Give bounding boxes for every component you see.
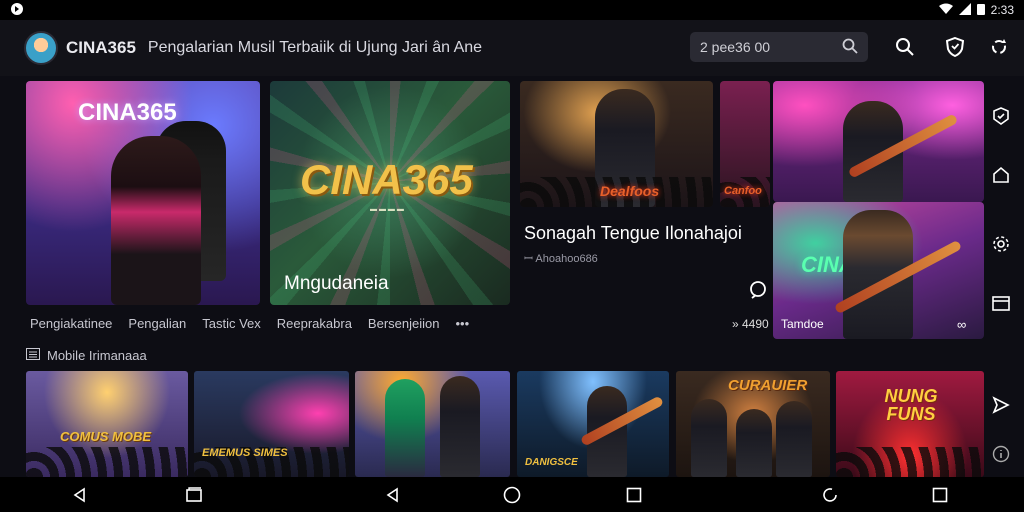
status-bar: 2:33 bbox=[0, 0, 1024, 20]
battery-icon bbox=[976, 3, 985, 18]
game-thumbnail[interactable]: NUNG FUNS bbox=[836, 371, 984, 477]
search-icon[interactable] bbox=[894, 36, 916, 58]
avatar[interactable] bbox=[24, 31, 58, 65]
list-icon bbox=[26, 348, 40, 363]
cina365-logo: CINA365 bbox=[300, 156, 473, 203]
recents-icon[interactable] bbox=[184, 485, 204, 505]
refresh-icon[interactable] bbox=[820, 485, 840, 505]
info-icon[interactable] bbox=[990, 443, 1012, 465]
badge-icon[interactable] bbox=[990, 105, 1012, 127]
performer-figure bbox=[776, 401, 812, 477]
infinity-icon[interactable]: ∞ bbox=[957, 317, 966, 332]
search-input[interactable]: 2 pee36 00 bbox=[690, 32, 868, 62]
comment-icon[interactable] bbox=[748, 280, 768, 305]
hero-card-rockstar[interactable]: CINAST Tamdoe ∞ bbox=[773, 202, 984, 339]
logo-subtext: ▬ ▬ ▬ ▬ bbox=[370, 206, 404, 213]
neon-sign: Dealfoos bbox=[600, 183, 660, 199]
folder-icon[interactable] bbox=[990, 292, 1012, 314]
neon-sign: Canfoo bbox=[724, 185, 762, 197]
hero-card-cina365[interactable]: CINA365 bbox=[26, 81, 260, 305]
shield-icon[interactable] bbox=[944, 36, 966, 58]
crowd bbox=[836, 447, 984, 477]
game-thumbnail[interactable] bbox=[355, 371, 510, 477]
performer-figure bbox=[440, 376, 480, 477]
hero-card-caption: Mngudaneia bbox=[284, 273, 389, 294]
overview-icon[interactable] bbox=[930, 485, 950, 505]
tab-pengalian[interactable]: Pengalian bbox=[128, 316, 186, 331]
section-title: Mobile Irimanaaa bbox=[47, 348, 147, 363]
game-thumbnail[interactable]: CURAUIER bbox=[676, 371, 830, 477]
hero-card-concert[interactable]: Dealfoos bbox=[520, 81, 713, 207]
thumbnail-title: EMEMUS SIMES bbox=[202, 447, 288, 459]
section-header: Mobile Irimanaaa bbox=[26, 348, 147, 363]
hero-card-featured[interactable]: CINA365 ▬ ▬ ▬ ▬ Mngudaneia bbox=[270, 81, 510, 305]
game-thumbnail[interactable]: COMUS MOBE bbox=[26, 371, 188, 477]
more-tabs-button[interactable]: ••• bbox=[455, 316, 469, 331]
thumbnail-title: COMUS MOBE bbox=[60, 429, 151, 444]
search-value: 2 pee36 00 bbox=[700, 39, 771, 55]
home-icon[interactable] bbox=[990, 164, 1012, 186]
performer-figure bbox=[111, 136, 201, 305]
thumbnail-title: DANIGSCE bbox=[525, 457, 578, 468]
system-nav-bar bbox=[0, 477, 1024, 512]
back-icon[interactable] bbox=[70, 485, 90, 505]
gear-icon[interactable] bbox=[990, 233, 1012, 255]
tagline: Pengalarian Musil Terbaiik di Ujung Jari… bbox=[147, 39, 483, 56]
sync-icon[interactable] bbox=[988, 36, 1010, 58]
search-icon[interactable] bbox=[842, 38, 858, 57]
overview-icon[interactable] bbox=[624, 485, 644, 505]
view-count: » 4490 bbox=[732, 317, 769, 331]
signal-icon bbox=[958, 2, 971, 18]
top-bar: CINA365 Pengalarian Musil Terbaiik di Uj… bbox=[0, 20, 1024, 76]
tile-label: Tamdoe bbox=[781, 317, 824, 331]
thumbnail-title: CURAUIER bbox=[728, 377, 808, 394]
hero-card-title: CINA365 bbox=[78, 99, 177, 126]
back-icon[interactable] bbox=[383, 485, 403, 505]
tab-bersenjeiion[interactable]: Bersenjeiion bbox=[368, 316, 440, 331]
performer-figure bbox=[736, 409, 772, 477]
crowd bbox=[26, 447, 188, 477]
featured-meta: ꟷ Ahoahoo686 bbox=[524, 253, 598, 265]
home-icon[interactable] bbox=[502, 485, 522, 505]
brand-name[interactable]: CINA365 bbox=[66, 38, 136, 58]
category-tabs: Pengiakatinee Pengalian Tastic Vex Reepr… bbox=[30, 316, 485, 331]
game-thumbnail[interactable]: EMEMUS SIMES bbox=[194, 371, 349, 477]
status-time: 2:33 bbox=[990, 3, 1014, 17]
send-icon[interactable] bbox=[990, 394, 1012, 416]
performer-figure bbox=[691, 399, 727, 477]
tab-reeprakabra[interactable]: Reeprakabra bbox=[277, 316, 352, 331]
thumbnail-title: NUNG FUNS bbox=[884, 386, 938, 424]
status-indicators: 2:33 bbox=[938, 2, 1014, 18]
featured-title[interactable]: Sonagah Tengue Ilonahajoi bbox=[524, 223, 742, 244]
tab-tastic-vex[interactable]: Tastic Vex bbox=[202, 316, 261, 331]
wifi-icon bbox=[938, 3, 953, 18]
hero-card-guitarist[interactable] bbox=[773, 81, 984, 202]
notification-icon bbox=[10, 2, 24, 19]
hero-card-concert-small[interactable]: Canfoo bbox=[720, 81, 770, 207]
performer-figure bbox=[385, 379, 425, 477]
game-thumbnail[interactable]: DANIGSCE bbox=[517, 371, 669, 477]
tab-pengiakatinee[interactable]: Pengiakatinee bbox=[30, 316, 112, 331]
